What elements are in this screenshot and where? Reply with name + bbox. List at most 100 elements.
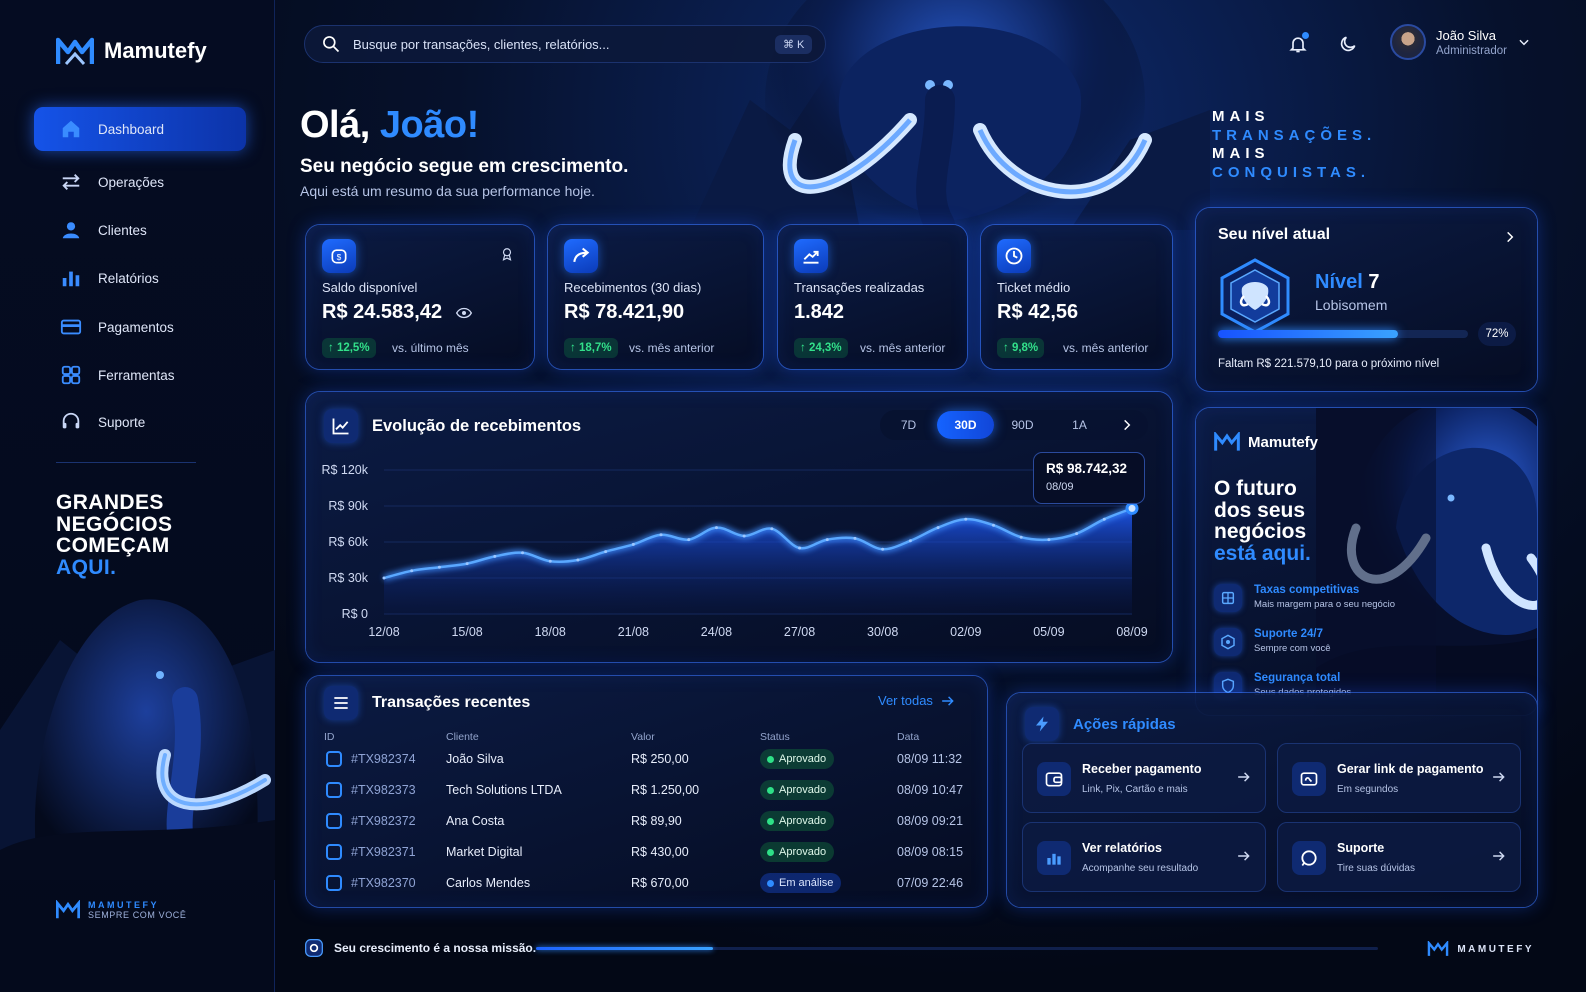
range-30d[interactable]: 30D (937, 411, 994, 439)
tagline-line: CONQUISTAS. (1212, 163, 1371, 181)
quick-actions-title: Ações rápidas (1073, 715, 1176, 733)
table-row[interactable]: #TX982371 Market Digital R$ 430,00 Aprov… (306, 838, 986, 869)
quick-action-receber[interactable]: Receber pagamento Link, Pix, Cartão e ma… (1022, 743, 1266, 813)
sidebar-item-suporte[interactable]: Suporte (34, 400, 246, 444)
data-point (770, 527, 774, 531)
stat-comparison: vs. último mês (392, 341, 469, 355)
quick-action-gerar-link[interactable]: Gerar link de pagamento Em segundos (1277, 743, 1521, 813)
sidebar-item-ferramentas[interactable]: Ferramentas (34, 353, 246, 397)
y-tick-label: R$ 120k (321, 463, 368, 477)
view-all-link[interactable]: Ver todas (878, 693, 955, 708)
range-1a[interactable]: 1A (1051, 411, 1108, 439)
table-row[interactable]: #TX982372 Ana Costa R$ 89,90 Aprovado 08… (306, 807, 986, 838)
recent-transactions-card: Transações recentes Ver todas ID Cliente… (306, 676, 987, 907)
stat-card-recebimentos[interactable]: Recebimentos (30 dias) R$ 78.421,90 ↑ 18… (548, 225, 763, 369)
stat-value: R$ 24.583,42 (322, 301, 472, 324)
transactions-header: Transações recentes (324, 686, 530, 720)
link-card-icon (1292, 762, 1326, 796)
feature-subtitle: Sempre com você (1254, 643, 1331, 654)
search-input[interactable] (353, 36, 763, 52)
level-badge-icon (1220, 258, 1290, 334)
search-bar[interactable]: ⌘ K (304, 25, 826, 63)
data-point (659, 533, 663, 537)
tx-id: #TX982370 (351, 876, 416, 890)
stat-card-transacoes[interactable]: Transações realizadas 1.842 ↑ 24,3% vs. … (778, 225, 967, 369)
data-point[interactable] (1125, 501, 1139, 515)
sidebar-item-operacoes[interactable]: Operações (34, 160, 246, 204)
avatar (1390, 24, 1426, 60)
target-icon (305, 939, 323, 957)
mammoth-illustration (0, 599, 275, 880)
promo-headline-line: está aqui. (1214, 541, 1311, 565)
money-bag-icon: $ (322, 239, 356, 273)
level-card[interactable]: Seu nível atual Nível 7 Lobisomem 72% Fa… (1196, 208, 1537, 391)
notifications-button[interactable] (1288, 32, 1309, 59)
tagline-line: MAIS (1212, 145, 1270, 162)
y-tick-label: R$ 30k (328, 571, 368, 585)
user-menu[interactable]: João Silva Administrador (1390, 24, 1531, 60)
stat-change-badge: ↑ 24,3% (794, 338, 848, 358)
brand-name: Mamutefy (104, 38, 207, 63)
data-point (1047, 538, 1051, 542)
y-tick-label: R$ 90k (328, 499, 368, 513)
data-point (548, 559, 552, 563)
column-header: Data (897, 731, 920, 743)
sidebar-item-dashboard[interactable]: Dashboard (34, 107, 246, 151)
quick-action-title: Receber pagamento (1082, 762, 1202, 776)
transfer-icon (62, 174, 80, 190)
x-tick-label: 05/09 (1033, 625, 1064, 639)
sidebar-item-pagamentos[interactable]: Pagamentos (34, 305, 246, 349)
y-tick-label: R$ 60k (328, 535, 368, 549)
tx-value: R$ 89,90 (631, 814, 682, 828)
data-point (493, 554, 497, 558)
x-tick-label: 12/08 (368, 625, 399, 639)
level-progress-bar (1218, 330, 1468, 338)
quick-action-suporte[interactable]: Suporte Tire suas dúvidas (1277, 822, 1521, 892)
eye-icon[interactable] (455, 307, 472, 319)
range-90d[interactable]: 90D (994, 411, 1051, 439)
tx-value: R$ 430,00 (631, 845, 689, 859)
data-point (687, 538, 691, 542)
brand-logo[interactable]: Mamutefy (56, 36, 207, 66)
sidebar-item-label: Dashboard (98, 121, 165, 137)
table-row[interactable]: #TX982374 João Silva R$ 250,00 Aprovado … (306, 745, 986, 776)
stat-card-ticket[interactable]: Ticket médio R$ 42,56 ↑ 9,8% vs. mês ant… (981, 225, 1172, 369)
transaction-icon (326, 813, 342, 829)
sidebar-item-label: Relatórios (98, 270, 159, 286)
promo-headline-line: O futuro (1214, 477, 1297, 500)
sidebar-item-clientes[interactable]: Clientes (34, 208, 246, 252)
level-name: Lobisomem (1315, 297, 1388, 313)
trend-chart-icon (324, 409, 358, 443)
data-point (410, 569, 414, 573)
chart-tooltip: R$ 98.742,32 08/09 (1033, 452, 1145, 504)
quick-action-title: Gerar link de pagamento (1337, 762, 1484, 776)
data-point (742, 534, 746, 538)
theme-toggle-button[interactable] (1338, 34, 1358, 59)
chevron-right-icon[interactable] (1120, 418, 1134, 432)
data-point (437, 565, 441, 569)
data-point (576, 558, 580, 562)
mamutefy-logo-icon (1214, 432, 1240, 451)
feature-title: Suporte 24/7 (1254, 628, 1324, 640)
stat-value-text: R$ 24.583,42 (322, 301, 443, 323)
quick-action-relatorios[interactable]: Ver relatórios Acompanhe seu resultado (1022, 822, 1266, 892)
notification-dot (1302, 32, 1309, 39)
y-tick-label: R$ 0 (342, 607, 368, 621)
chevron-right-icon[interactable] (1503, 230, 1517, 244)
bottom-progress-fill (536, 947, 713, 950)
sidebar-item-label: Pagamentos (98, 319, 174, 335)
sidebar-item-label: Clientes (98, 222, 147, 238)
table-row[interactable]: #TX982370 Carlos Mendes R$ 670,00 Em aná… (306, 869, 986, 900)
range-7d[interactable]: 7D (880, 411, 937, 439)
tx-client: Market Digital (446, 845, 523, 859)
column-header: Valor (631, 731, 655, 743)
stat-comparison: vs. mês anterior (860, 341, 946, 355)
mamutefy-logo-icon (1428, 941, 1449, 956)
table-row[interactable]: #TX982373 Tech Solutions LTDA R$ 1.250,0… (306, 776, 986, 807)
stat-card-saldo[interactable]: $ Saldo disponível R$ 24.583,42 ↑ 12,5% … (306, 225, 534, 369)
tx-date: 08/09 11:32 (897, 752, 963, 766)
stat-value: R$ 78.421,90 (564, 301, 685, 323)
ribbon-icon[interactable] (500, 247, 514, 261)
sidebar-item-relatorios[interactable]: Relatórios (34, 256, 246, 300)
footer-brand: MAMUTEFY SEMPRE COM VOCÊ (56, 900, 187, 920)
